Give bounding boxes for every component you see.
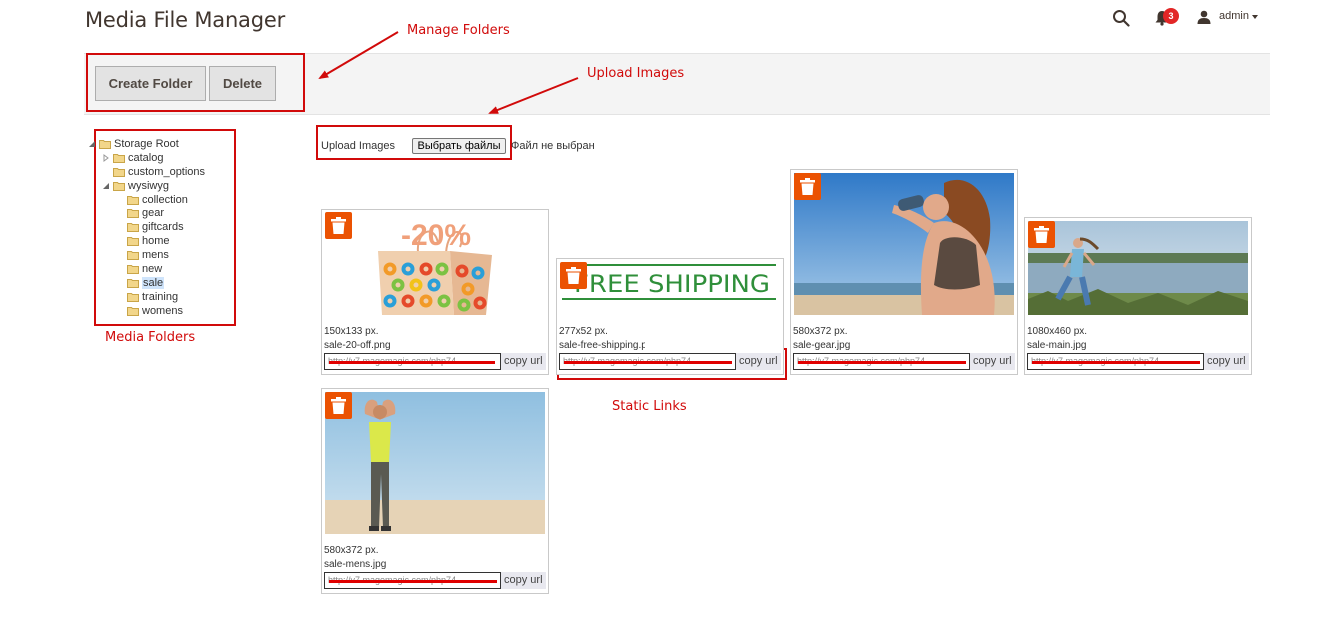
copy-url-button[interactable]: copy url bbox=[501, 572, 546, 589]
tree-node-label[interactable]: custom_options bbox=[128, 166, 205, 178]
admin-user-name[interactable]: admin bbox=[1219, 10, 1249, 22]
trash-icon bbox=[800, 178, 815, 195]
upload-images-label: Upload Images bbox=[321, 140, 395, 152]
tree-node-label-selected[interactable]: sale bbox=[142, 277, 165, 289]
image-dimensions: 277x52 px. bbox=[559, 326, 608, 337]
image-filename: sale-20-off.png bbox=[324, 340, 391, 351]
user-icon[interactable] bbox=[1197, 10, 1211, 24]
image-dimensions: 150x133 px. bbox=[324, 326, 379, 337]
image-url-field[interactable]: http://v7.magemagic.com/php74 bbox=[324, 353, 501, 370]
folder-icon bbox=[127, 307, 139, 316]
image-url-field[interactable]: http://v7.magemagic.com/php74 bbox=[1027, 353, 1204, 370]
manage-folders-highlight bbox=[86, 53, 305, 112]
copy-url-button[interactable]: copy url bbox=[1204, 353, 1249, 370]
folder-icon bbox=[127, 293, 139, 302]
tree-node-label[interactable]: training bbox=[142, 291, 178, 303]
tree-node-label[interactable]: mens bbox=[142, 249, 169, 261]
trash-icon bbox=[1034, 226, 1049, 243]
woman-drinking-image bbox=[794, 173, 1014, 315]
redaction-strike bbox=[564, 361, 732, 364]
folder-icon bbox=[127, 196, 139, 205]
image-url-field[interactable]: http://v7.magemagic.com/php74 bbox=[793, 353, 970, 370]
image-filename: sale-free-shipping.p bbox=[559, 340, 645, 351]
folder-icon bbox=[99, 140, 111, 149]
folder-icon bbox=[127, 237, 139, 246]
redaction-strike bbox=[1032, 361, 1200, 364]
tree-node-label[interactable]: new bbox=[142, 263, 162, 275]
search-icon[interactable] bbox=[1112, 9, 1130, 27]
delete-image-button[interactable] bbox=[1028, 221, 1055, 248]
image-url-field[interactable]: http://v7.magemagic.com/php74 bbox=[559, 353, 736, 370]
image-thumbnail[interactable] bbox=[794, 173, 1014, 315]
folder-icon bbox=[113, 168, 125, 177]
delete-image-button[interactable] bbox=[560, 262, 587, 289]
trash-icon bbox=[331, 217, 346, 234]
tree-collapsed-icon[interactable] bbox=[102, 154, 110, 162]
man-stretching-image bbox=[325, 392, 545, 534]
image-dimensions: 580x372 px. bbox=[793, 326, 848, 337]
free-shipping-image: FREE SHIPPING bbox=[562, 264, 776, 300]
page-title: Media File Manager bbox=[85, 8, 286, 32]
image-dimensions: 580x372 px. bbox=[324, 545, 379, 556]
folder-icon bbox=[127, 223, 139, 232]
choose-files-button[interactable]: Выбрать файлы bbox=[412, 138, 506, 154]
tree-expanded-icon[interactable] bbox=[88, 140, 96, 148]
trash-icon bbox=[566, 267, 581, 284]
image-thumbnail[interactable] bbox=[325, 392, 545, 534]
folder-icon bbox=[113, 154, 125, 163]
image-dimensions: 1080x460 px. bbox=[1027, 326, 1088, 337]
upload-images-annotation: Upload Images bbox=[587, 66, 685, 81]
tree-node-label[interactable]: giftcards bbox=[142, 221, 184, 233]
copy-url-button[interactable]: copy url bbox=[970, 353, 1015, 370]
tree-expanded-icon[interactable] bbox=[102, 182, 110, 190]
folder-icon bbox=[127, 251, 139, 260]
folder-icon bbox=[127, 279, 139, 288]
no-file-chosen-text: Файл не выбран bbox=[511, 140, 595, 152]
image-filename: sale-mens.jpg bbox=[324, 559, 387, 570]
trash-icon bbox=[331, 397, 346, 414]
media-folders-annotation: Media Folders bbox=[105, 330, 196, 345]
tree-node-label[interactable]: catalog bbox=[128, 152, 163, 164]
redaction-strike bbox=[329, 361, 495, 364]
delete-image-button[interactable] bbox=[794, 173, 821, 200]
tree-node-label[interactable]: gear bbox=[142, 207, 164, 219]
image-filename: sale-gear.jpg bbox=[793, 340, 851, 351]
image-thumbnail[interactable]: -20% bbox=[376, 213, 494, 315]
folder-icon bbox=[113, 182, 125, 191]
sale-bag-image: -20% bbox=[378, 219, 492, 315]
image-filename: sale-main.jpg bbox=[1027, 340, 1087, 351]
delete-image-button[interactable] bbox=[325, 212, 352, 239]
image-thumbnail[interactable]: FREE SHIPPING bbox=[560, 262, 778, 304]
tree-node-label[interactable]: womens bbox=[142, 305, 183, 317]
notification-badge[interactable]: 3 bbox=[1163, 8, 1179, 24]
image-url-field[interactable]: http://v7.magemagic.com/php74 bbox=[324, 572, 501, 589]
tree-node-label[interactable]: home bbox=[142, 235, 170, 247]
image-thumbnail[interactable] bbox=[1028, 221, 1248, 315]
free-shipping-text: FREE SHIPPING bbox=[574, 270, 770, 298]
folder-icon bbox=[127, 265, 139, 274]
caret-down-icon[interactable] bbox=[1252, 15, 1258, 19]
copy-url-button[interactable]: copy url bbox=[736, 353, 781, 370]
delete-image-button[interactable] bbox=[325, 392, 352, 419]
static-links-annotation: Static Links bbox=[612, 399, 687, 414]
redaction-strike bbox=[798, 361, 966, 364]
manage-folders-annotation: Manage Folders bbox=[407, 23, 510, 38]
tree-node-label[interactable]: wysiwyg bbox=[128, 180, 169, 192]
woman-running-image bbox=[1028, 221, 1248, 315]
copy-url-button[interactable]: copy url bbox=[501, 353, 546, 370]
tree-node-label[interactable]: Storage Root bbox=[114, 138, 179, 150]
sale-badge-text: -20% bbox=[401, 219, 471, 252]
folder-icon bbox=[127, 209, 139, 218]
tree-node-label[interactable]: collection bbox=[142, 194, 188, 206]
redaction-strike bbox=[329, 580, 497, 583]
